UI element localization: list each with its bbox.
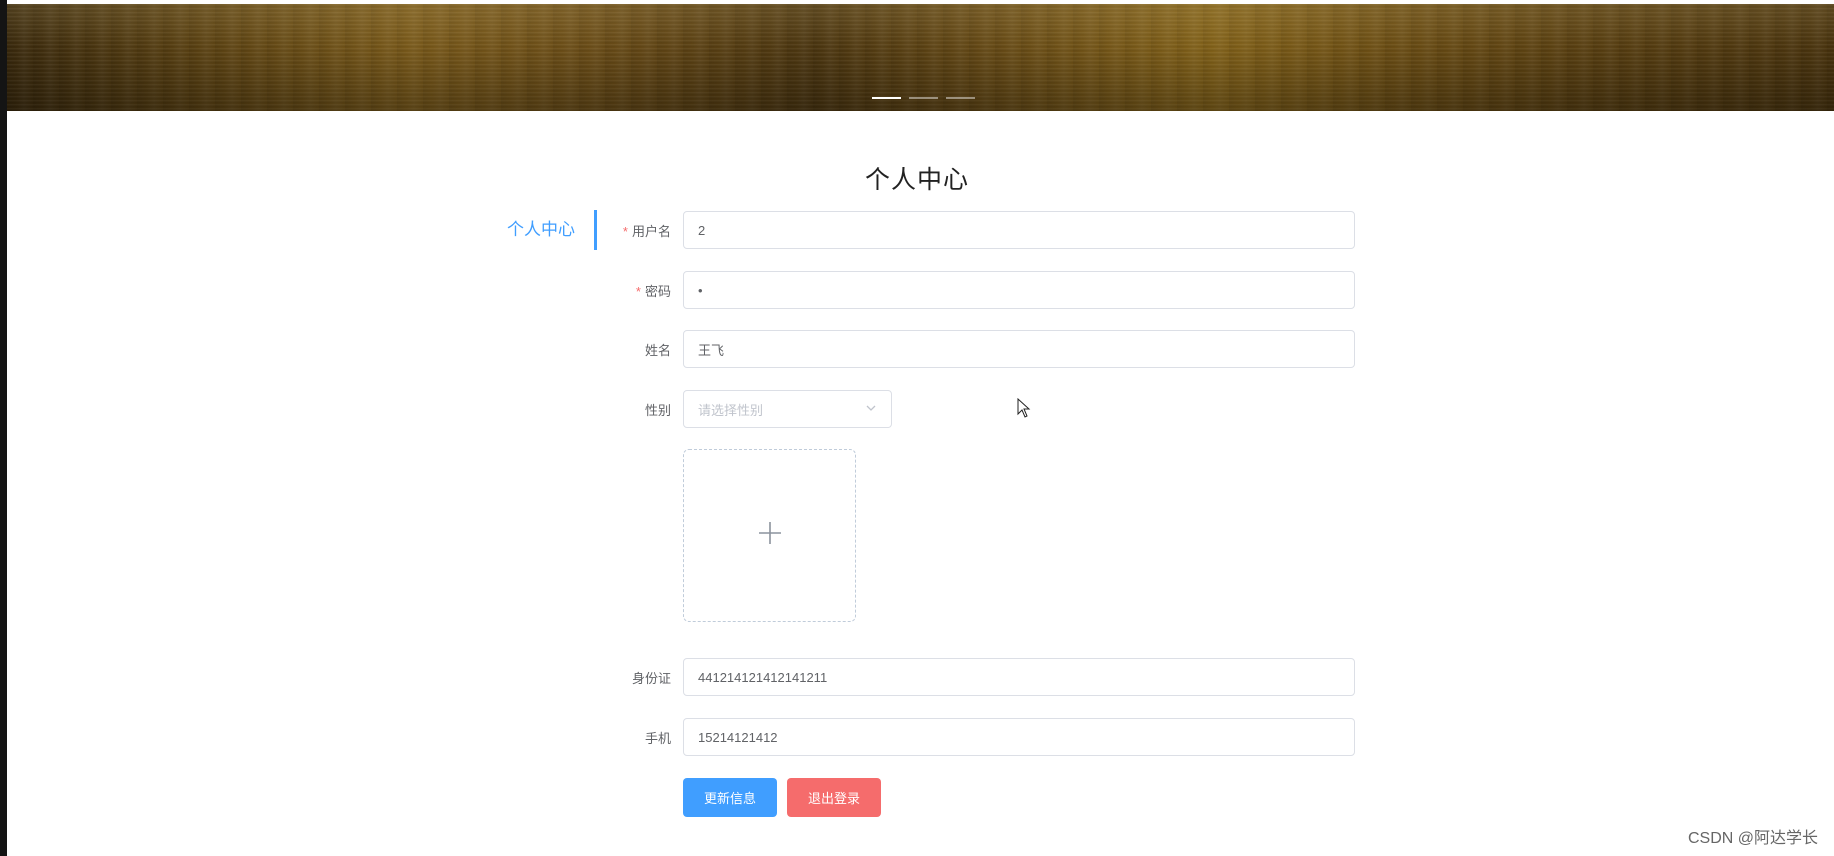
carousel-indicators <box>872 97 975 99</box>
form-row-name: 姓名 王飞 <box>600 330 1355 368</box>
plus-icon <box>757 520 783 551</box>
username-input[interactable]: 2 <box>683 211 1355 249</box>
carousel-indicator-2[interactable] <box>909 97 938 99</box>
window-edge <box>0 0 7 856</box>
update-info-button[interactable]: 更新信息 <box>683 778 777 817</box>
required-mark: * <box>622 223 628 239</box>
name-label: 姓名 <box>644 342 671 358</box>
logout-button[interactable]: 退出登录 <box>787 778 881 817</box>
banner-image <box>7 4 1834 111</box>
form-row-username: * 用户名 2 <box>600 211 1355 249</box>
gender-label: 性别 <box>644 402 671 418</box>
required-mark: * <box>635 283 641 299</box>
page-title: 个人中心 <box>864 166 969 194</box>
form-row-phone: 手机 15214121412 <box>600 718 1355 756</box>
form-row-gender: 性别 请选择性别 <box>600 390 892 428</box>
mouse-pointer-icon <box>1017 397 1031 423</box>
sidebar-item-personal-center[interactable]: 个人中心 <box>507 210 597 250</box>
gender-select-placeholder: 请选择性别 <box>698 402 764 418</box>
page-root: 个人中心 个人中心 * 用户名 2 * 密码 • 姓名 王飞 性别 请选择性别 身份… <box>0 0 1834 856</box>
banner-carousel[interactable] <box>7 4 1834 111</box>
name-input[interactable]: 王飞 <box>683 330 1355 368</box>
watermark: CSDN @阿达学长 <box>1687 830 1818 847</box>
form-row-id-card: 身份证 441214121412141211 <box>600 658 1355 696</box>
carousel-indicator-1[interactable] <box>872 97 901 99</box>
sidebar-active-indicator <box>594 210 597 250</box>
form-actions: 更新信息 退出登录 <box>683 778 881 817</box>
form-row-password: * 密码 • <box>600 271 1355 309</box>
username-label-text: 用户名 <box>631 223 671 239</box>
password-label-text: 密码 <box>644 283 671 299</box>
carousel-indicator-3[interactable] <box>946 97 975 99</box>
id-card-label: 身份证 <box>631 670 671 686</box>
phone-label: 手机 <box>644 730 671 746</box>
password-input[interactable]: • <box>683 271 1355 309</box>
chevron-down-icon <box>865 402 877 417</box>
avatar-upload[interactable] <box>683 449 856 622</box>
id-card-input[interactable]: 441214121412141211 <box>683 658 1355 696</box>
phone-input[interactable]: 15214121412 <box>683 718 1355 756</box>
gender-select[interactable]: 请选择性别 <box>683 390 892 428</box>
password-label: * 密码 <box>600 281 683 300</box>
username-label: * 用户名 <box>600 221 683 240</box>
